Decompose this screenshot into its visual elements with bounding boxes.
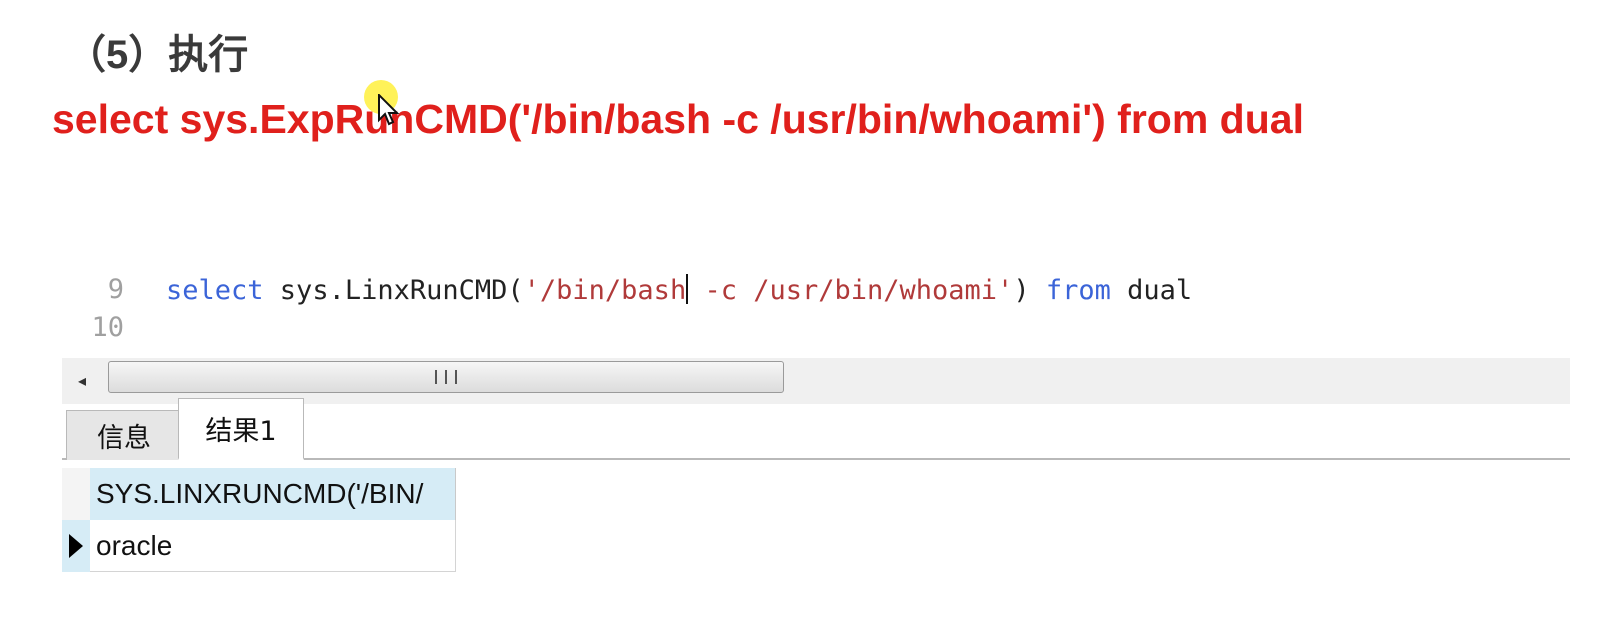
- column-header[interactable]: SYS.LINXRUNCMD('/BIN/: [90, 468, 456, 520]
- tab-result-1[interactable]: 结果1: [178, 398, 304, 460]
- result-tabs: 信息 结果1: [62, 398, 1570, 460]
- keyword-select: select: [166, 275, 264, 306]
- keyword-from: from: [1045, 275, 1111, 306]
- mouse-pointer-icon: [378, 94, 400, 126]
- function-call: sys.LinxRunCMD(: [263, 275, 524, 306]
- slide-sql-statement: select sys.ExpRunCMD('/bin/bash -c /usr/…: [52, 96, 1304, 142]
- scroll-left-arrow-icon[interactable]: ◂: [72, 368, 92, 392]
- row-indicator[interactable]: [62, 520, 90, 572]
- string-literal-part1: '/bin/bash: [523, 275, 687, 306]
- code-text[interactable]: select sys.LinxRunCMD('/bin/bash -c /usr…: [166, 274, 1192, 306]
- string-literal-part2: -c /usr/bin/whoami': [688, 275, 1014, 306]
- slide-heading: （5）执行: [66, 33, 249, 77]
- grip-icon: [435, 370, 457, 384]
- close-paren: ): [1013, 275, 1030, 306]
- result-cell[interactable]: oracle: [90, 520, 456, 572]
- current-row-arrow-icon: [69, 534, 83, 558]
- tab-info[interactable]: 信息: [66, 410, 182, 460]
- scroll-thumb[interactable]: [108, 361, 784, 393]
- code-line-9[interactable]: 9 select sys.LinxRunCMD('/bin/bash -c /u…: [62, 274, 1570, 312]
- grid-corner-cell: [62, 468, 90, 520]
- sql-editor-panel[interactable]: 9 select sys.LinxRunCMD('/bin/bash -c /u…: [62, 272, 1570, 612]
- code-line-10[interactable]: 10: [62, 312, 1570, 350]
- line-number: 10: [91, 312, 124, 343]
- line-number: 9: [107, 274, 124, 305]
- table-name: dual: [1110, 275, 1193, 306]
